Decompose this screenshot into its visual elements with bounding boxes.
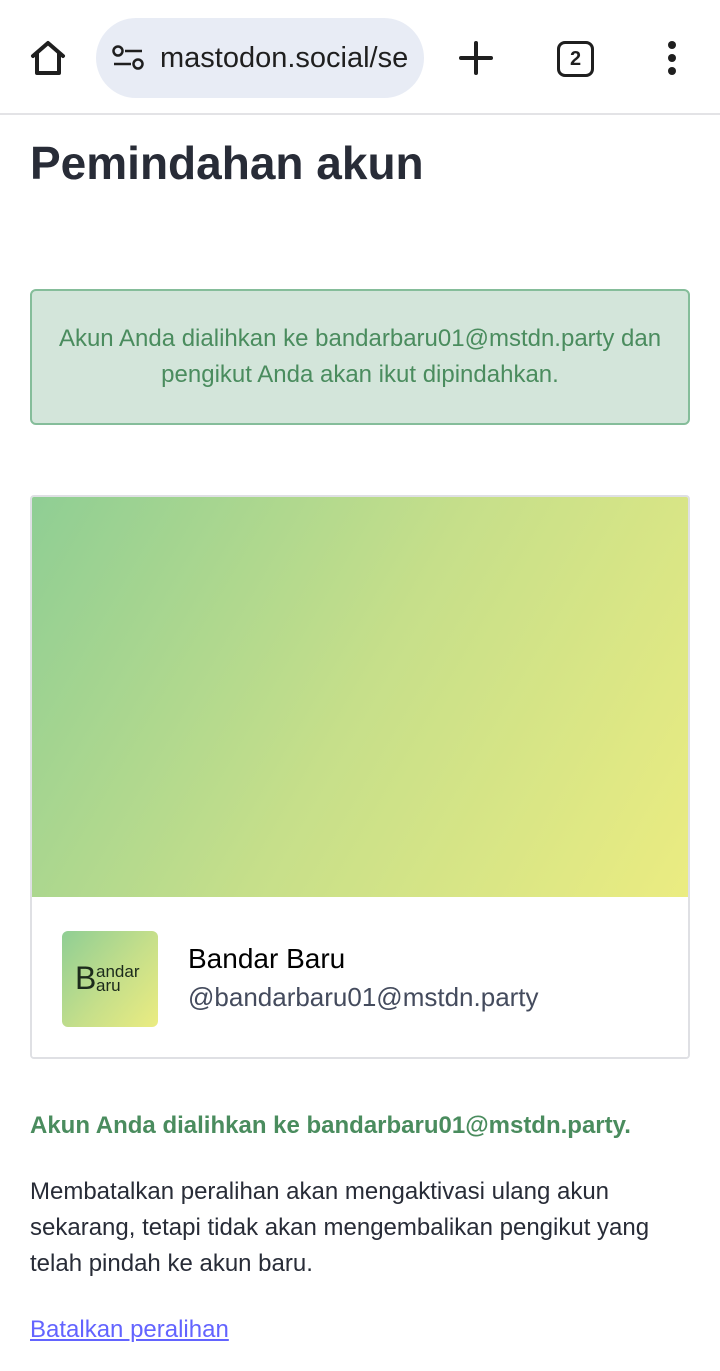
avatar[interactable]: B andar aru — [62, 931, 158, 1027]
url-text[interactable]: mastodon.social/settings/migration — [160, 40, 408, 76]
display-name[interactable]: Bandar Baru — [188, 941, 345, 977]
card-header-image — [32, 497, 688, 897]
notice-text: Akun Anda dialihkan ke bandarbaru01@mstd… — [58, 325, 662, 388]
plus-icon[interactable] — [452, 34, 500, 82]
address-bar[interactable]: mastodon.social/settings/migration — [96, 18, 424, 98]
avatar-initial: B — [75, 960, 96, 996]
tune-icon[interactable] — [112, 44, 144, 72]
home-icon[interactable] — [24, 34, 72, 82]
page-title: Pemindahan akun — [30, 137, 424, 189]
tab-switcher-icon[interactable]: 2 — [557, 41, 594, 77]
redirect-notice: Akun Anda dialihkan ke bandarbaru01@mstd… — [30, 289, 690, 425]
account-handle: @bandarbaru01@mstdn.party — [188, 982, 539, 1012]
card-footer: B andar aru Bandar Baru @bandarbaru01@ms… — [32, 897, 688, 1057]
cancel-redirect-link[interactable]: Batalkan peralihan — [30, 1312, 229, 1348]
redirect-status: Akun Anda dialihkan ke bandarbaru01@mstd… — [30, 1112, 631, 1139]
avatar-line2: aru — [96, 976, 121, 995]
tab-count: 2 — [569, 47, 582, 70]
cancel-explanation: Membatalkan peralihan akan mengaktivasi … — [30, 1178, 650, 1277]
more-vert-icon[interactable] — [648, 34, 696, 82]
account-card[interactable]: B andar aru Bandar Baru @bandarbaru01@ms… — [30, 495, 690, 1059]
browser-toolbar: mastodon.social/settings/migration 2 — [0, 0, 720, 115]
